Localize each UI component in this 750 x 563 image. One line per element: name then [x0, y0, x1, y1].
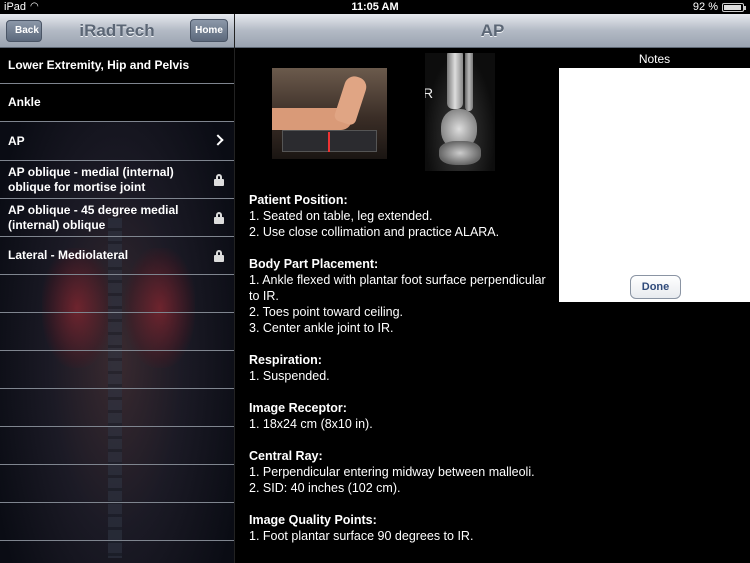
back-button[interactable]: Back	[6, 20, 42, 42]
ankle-xray-image[interactable]: R	[425, 53, 495, 171]
app-title: iRadTech	[79, 21, 155, 40]
list-empty-row	[0, 275, 234, 313]
list-empty-row	[0, 503, 234, 541]
section-line: 1. Perpendicular entering midway between…	[249, 465, 535, 479]
list-item-label: AP	[8, 133, 25, 148]
section-line: 1. 18x24 cm (8x10 in).	[249, 417, 373, 431]
list-empty-row	[0, 389, 234, 427]
section-respiration: Respiration: 1. Suspended.	[249, 352, 549, 384]
detail-navigation-bar: AP	[235, 14, 750, 48]
procedure-list[interactable]: Lower Extremity, Hip and Pelvis Ankle AP…	[0, 48, 234, 563]
section-body-part-placement: Body Part Placement: 1. Ankle flexed wit…	[249, 256, 549, 336]
section-line: 3. Center ankle joint to IR.	[249, 321, 394, 335]
section-line: 2. Use close collimation and practice AL…	[249, 225, 500, 239]
section-central-ray: Central Ray: 1. Perpendicular entering m…	[249, 448, 549, 496]
section-patient-position: Patient Position: 1. Seated on table, le…	[249, 192, 549, 240]
section-line: 1. Seated on table, leg extended.	[249, 209, 433, 223]
done-button[interactable]: Done	[630, 275, 681, 299]
list-item-ap-oblique-45[interactable]: AP oblique - 45 degree medial (internal)…	[0, 199, 234, 237]
list-item-label: Ankle	[8, 95, 41, 109]
status-bar: iPad ◠ 11:05 AM 92 %	[0, 0, 750, 14]
list-item[interactable]: Lower Extremity, Hip and Pelvis	[0, 48, 234, 84]
list-item-label: AP oblique - medial (internal) oblique f…	[8, 164, 174, 194]
lock-icon	[214, 211, 224, 224]
section-heading: Body Part Placement:	[249, 257, 379, 271]
section-line: 1. Foot plantar surface 90 degrees to IR…	[249, 529, 474, 543]
list-item-lateral[interactable]: Lateral - Mediolateral	[0, 237, 234, 275]
positioning-text: Patient Position: 1. Seated on table, le…	[249, 192, 549, 560]
chevron-right-icon	[212, 134, 224, 146]
lock-icon	[214, 173, 224, 186]
patient-position-photo[interactable]	[272, 68, 387, 159]
detail-title: AP	[480, 21, 505, 40]
battery-percent: 92 %	[692, 1, 718, 13]
list-item-label: AP oblique - 45 degree medial (internal)…	[8, 202, 179, 232]
section-line: 1. Suspended.	[249, 369, 330, 383]
xray-side-marker: R	[425, 85, 434, 101]
section-line: 2. Toes point toward ceiling.	[249, 305, 404, 319]
left-navigation-bar: Back iRadTech Home	[0, 14, 234, 48]
section-line: 2. SID: 40 inches (102 cm).	[249, 481, 401, 495]
list-item-label: Lateral - Mediolateral	[8, 248, 129, 262]
list-empty-row	[0, 465, 234, 503]
section-heading: Image Receptor:	[249, 401, 347, 415]
notes-title: Notes	[638, 52, 671, 66]
list-item-label: Lower Extremity, Hip and Pelvis	[8, 58, 190, 72]
section-image-quality: Image Quality Points: 1. Foot plantar su…	[249, 512, 549, 544]
lock-icon	[214, 249, 224, 262]
list-item[interactable]: Ankle	[0, 84, 234, 122]
back-button-label: Back	[15, 25, 39, 36]
list-empty-row	[0, 427, 234, 465]
section-image-receptor: Image Receptor: 1. 18x24 cm (8x10 in).	[249, 400, 549, 432]
section-heading: Respiration:	[249, 353, 322, 367]
section-heading: Patient Position:	[249, 193, 348, 207]
list-item-ap-oblique-mortise[interactable]: AP oblique - medial (internal) oblique f…	[0, 161, 234, 199]
clock: 11:05 AM	[351, 1, 399, 13]
notes-textarea[interactable]	[559, 68, 750, 302]
list-item-ap[interactable]: AP	[0, 122, 234, 161]
list-empty-row	[0, 351, 234, 389]
home-button[interactable]: Home	[190, 19, 228, 42]
section-heading: Image Quality Points:	[249, 513, 377, 527]
section-line: 1. Ankle flexed with plantar foot surfac…	[249, 273, 546, 303]
battery-icon	[722, 3, 746, 12]
section-heading: Central Ray:	[249, 449, 323, 463]
list-empty-row	[0, 313, 234, 351]
